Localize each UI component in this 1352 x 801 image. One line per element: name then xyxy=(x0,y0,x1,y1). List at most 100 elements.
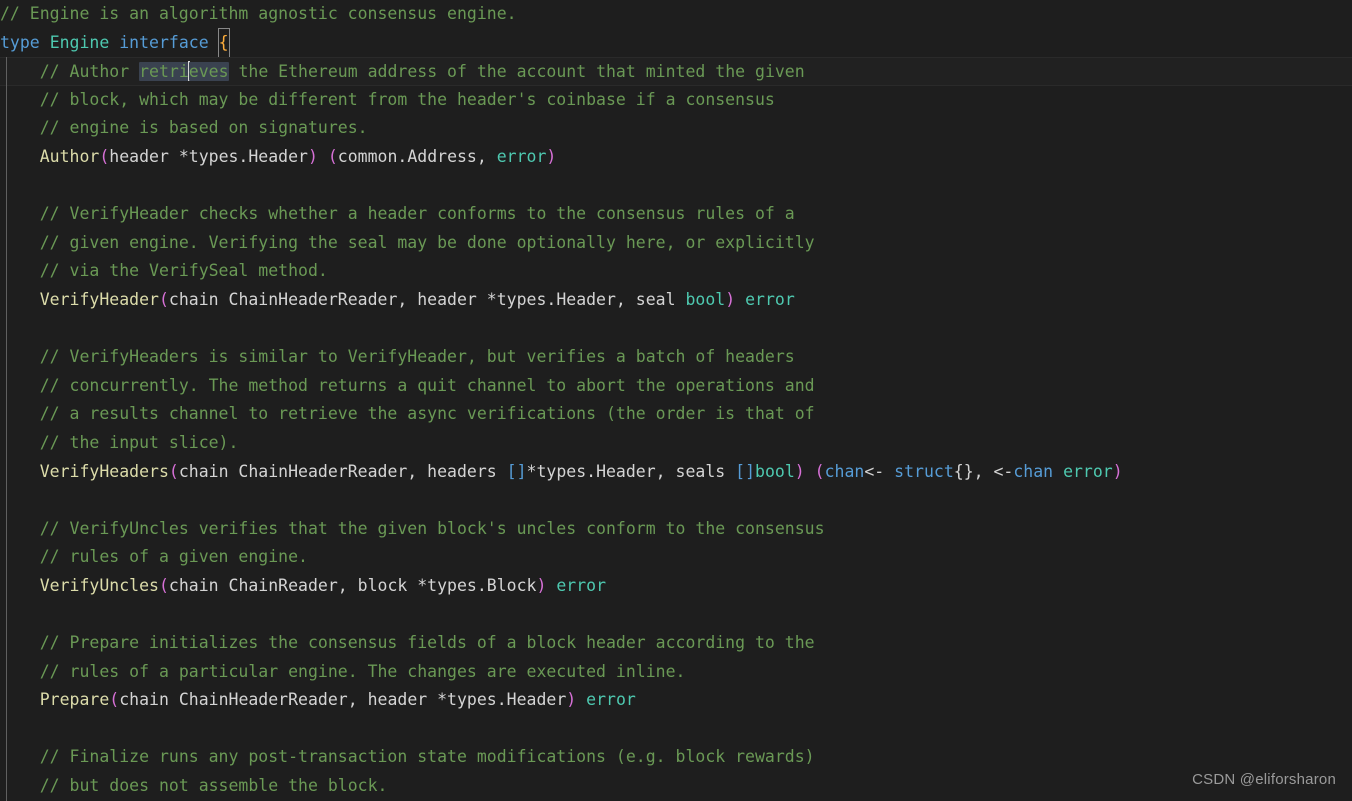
code-line[interactable]: // but does not assemble the block. xyxy=(0,772,1352,801)
token-typ: error xyxy=(1063,461,1113,481)
code-line[interactable]: // rules of a particular engine. The cha… xyxy=(0,658,1352,687)
watermark: CSDN @eliforsharon xyxy=(1192,771,1336,789)
token-kw: interface xyxy=(119,32,209,52)
token-cmt: // via the VerifySeal method. xyxy=(39,261,328,281)
code-line-content: VerifyUncles(chain ChainReader, block *t… xyxy=(0,572,606,601)
token-paren: ( xyxy=(99,146,110,166)
token-kw: struct xyxy=(894,461,954,481)
code-line[interactable]: // via the VerifySeal method. xyxy=(0,257,1352,286)
code-line-content: // Finalize runs any post-transaction st… xyxy=(0,743,815,772)
code-line-content: // via the VerifySeal method. xyxy=(0,257,328,286)
token-kw: chan xyxy=(824,461,865,481)
token-cmt: // a results channel to retrieve the asy… xyxy=(39,404,815,424)
code-line[interactable]: // Prepare initializes the consensus fie… xyxy=(0,629,1352,658)
code-line[interactable] xyxy=(0,600,1352,629)
code-line-content: // VerifyHeader checks whether a header … xyxy=(0,200,795,229)
token-cmt: // VerifyHeaders is similar to VerifyHea… xyxy=(39,347,795,367)
code-editor[interactable]: // Engine is an algorithm agnostic conse… xyxy=(0,0,1352,801)
code-line[interactable] xyxy=(0,486,1352,515)
code-line[interactable]: Author(header *types.Header) (common.Add… xyxy=(0,143,1352,172)
code-line[interactable]: VerifyUncles(chain ChainReader, block *t… xyxy=(0,572,1352,601)
token-paren: ) xyxy=(725,289,736,309)
matched-brace[interactable]: { xyxy=(217,27,230,59)
code-line[interactable]: // block, which may be different from th… xyxy=(0,86,1352,115)
token-plain: chain ChainReader, block *types.Block xyxy=(168,575,537,595)
token-brk: [] xyxy=(735,461,756,481)
token-typ: bool xyxy=(755,461,795,481)
token-typ: Engine xyxy=(49,32,110,52)
code-line-content: Prepare(chain ChainHeaderReader, header … xyxy=(0,686,636,715)
code-line-content: type Engine interface { xyxy=(0,27,230,59)
code-line[interactable]: type Engine interface { xyxy=(0,27,1352,59)
code-line-content: // Prepare initializes the consensus fie… xyxy=(0,629,815,658)
code-line[interactable]: VerifyHeader(chain ChainHeaderReader, he… xyxy=(0,286,1352,315)
token-kw: chan xyxy=(1013,461,1054,481)
code-line[interactable] xyxy=(0,315,1352,344)
token-kw: type xyxy=(0,32,40,52)
code-line[interactable]: // a results channel to retrieve the asy… xyxy=(0,400,1352,429)
token-cmt: // Finalize runs any post-transaction st… xyxy=(39,747,815,767)
code-line[interactable]: // concurrently. The method returns a qu… xyxy=(0,372,1352,401)
token-typ: error xyxy=(586,690,636,710)
code-line-content: // rules of a particular engine. The cha… xyxy=(0,658,686,687)
token-fn: Prepare xyxy=(39,690,110,710)
token-fn: VerifyHeaders xyxy=(39,461,169,481)
code-line[interactable]: // VerifyUncles verifies that the given … xyxy=(0,515,1352,544)
code-line[interactable]: // Engine is an algorithm agnostic conse… xyxy=(0,0,1352,29)
code-line-content: // given engine. Verifying the seal may … xyxy=(0,229,815,258)
code-line[interactable]: // given engine. Verifying the seal may … xyxy=(0,229,1352,258)
code-line-content: Author(header *types.Header) (common.Add… xyxy=(0,143,557,172)
token-paren: ( xyxy=(158,289,169,309)
token-typ: error xyxy=(745,289,795,309)
code-line[interactable]: // VerifyHeaders is similar to VerifyHea… xyxy=(0,343,1352,372)
code-line-content: // but does not assemble the block. xyxy=(0,772,388,801)
code-line[interactable]: // engine is based on signatures. xyxy=(0,114,1352,143)
code-area[interactable]: // Engine is an algorithm agnostic conse… xyxy=(0,0,1352,801)
token-plain: *types.Header, seals xyxy=(526,461,736,481)
token-cmt: // VerifyHeader checks whether a header … xyxy=(39,204,795,224)
token-brk: [] xyxy=(506,461,527,481)
token-plain: header *types.Header xyxy=(109,146,308,166)
token-cmt: // the input slice). xyxy=(39,432,239,452)
code-line[interactable] xyxy=(0,715,1352,744)
indent-guide xyxy=(6,57,7,801)
code-line-content: // the input slice). xyxy=(0,429,239,458)
code-line[interactable]: Prepare(chain ChainHeaderReader, header … xyxy=(0,686,1352,715)
code-line[interactable]: // Finalize runs any post-transaction st… xyxy=(0,743,1352,772)
code-line[interactable]: VerifyHeaders(chain ChainHeaderReader, h… xyxy=(0,458,1352,487)
selected-text[interactable]: eves xyxy=(188,62,229,82)
code-line[interactable]: // Author retrieves the Ethereum address… xyxy=(0,57,1352,86)
token-plain: chain ChainHeaderReader, headers xyxy=(178,461,507,481)
token-cmt: the Ethereum address of the account that… xyxy=(228,62,805,82)
code-line[interactable]: // rules of a given engine. xyxy=(0,543,1352,572)
token-typ: bool xyxy=(685,289,726,309)
token-cmt: // concurrently. The method returns a qu… xyxy=(39,375,815,395)
code-line[interactable]: // VerifyHeader checks whether a header … xyxy=(0,200,1352,229)
token-cmt: // rules of a given engine. xyxy=(39,547,308,567)
token-paren: ( xyxy=(158,575,169,595)
code-line-content: // VerifyHeaders is similar to VerifyHea… xyxy=(0,343,795,372)
token-cmt: // but does not assemble the block. xyxy=(39,776,388,796)
code-line[interactable] xyxy=(0,172,1352,201)
token-cmt: // Author xyxy=(39,62,140,82)
code-line[interactable]: // the input slice). xyxy=(0,429,1352,458)
code-line-content: // VerifyUncles verifies that the given … xyxy=(0,515,825,544)
code-line-content: // Author retrieves the Ethereum address… xyxy=(0,58,805,87)
selected-text[interactable]: retri xyxy=(139,62,189,82)
token-fn: Author xyxy=(39,146,100,166)
token-cmt: // VerifyUncles verifies that the given … xyxy=(39,518,825,538)
token-plain: common.Address, xyxy=(337,146,497,166)
token-cmt: // engine is based on signatures. xyxy=(39,118,368,138)
code-line-content: // Engine is an algorithm agnostic conse… xyxy=(0,0,517,29)
token-cmt: // Engine is an algorithm agnostic conse… xyxy=(0,4,517,23)
token-paren: ) xyxy=(546,146,557,166)
token-paren: ) xyxy=(794,461,805,481)
code-line-content: // rules of a given engine. xyxy=(0,543,308,572)
